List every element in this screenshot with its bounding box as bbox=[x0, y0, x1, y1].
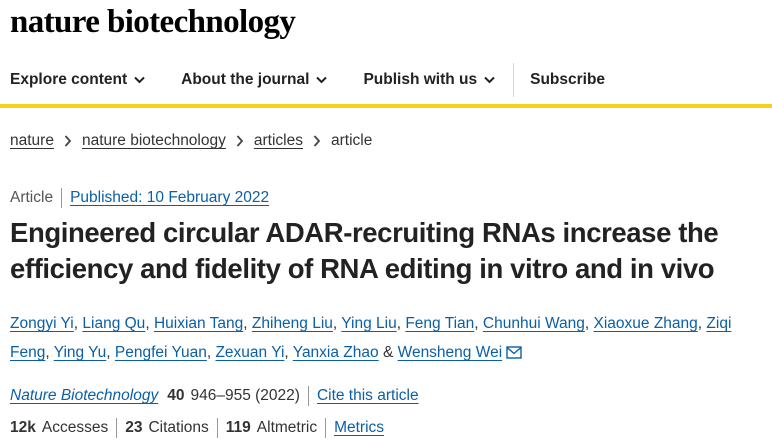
chevron-right-icon bbox=[236, 135, 244, 147]
envelope-icon[interactable] bbox=[506, 340, 522, 369]
author-link[interactable]: Pengfei Yuan bbox=[115, 344, 207, 361]
article-title: Engineered circular ADAR-recruiting RNAs… bbox=[10, 217, 719, 284]
nav-explore-content[interactable]: Explore content bbox=[10, 71, 145, 89]
divider bbox=[307, 386, 309, 406]
published-date-link[interactable]: Published: 10 February 2022 bbox=[70, 189, 269, 207]
author-link[interactable]: Feng Tian bbox=[405, 315, 474, 332]
chevron-down-icon bbox=[134, 76, 145, 84]
author-link[interactable]: Zexuan Yi bbox=[215, 344, 284, 361]
main-nav: Explore content About the journal Publis… bbox=[0, 56, 772, 108]
chevron-down-icon bbox=[484, 76, 495, 84]
author-link[interactable]: Huixian Tang bbox=[154, 315, 243, 332]
metrics-link[interactable]: Metrics bbox=[334, 419, 384, 437]
author-link[interactable]: Ying Yu bbox=[54, 344, 107, 361]
article-meta: Article Published: 10 February 2022 bbox=[10, 188, 269, 208]
accesses-count: 12k bbox=[10, 419, 36, 436]
altmetric-label: Altmetric bbox=[256, 419, 318, 436]
divider bbox=[216, 418, 218, 438]
nav-divider bbox=[513, 63, 515, 97]
chevron-right-icon bbox=[64, 135, 72, 147]
divider bbox=[116, 418, 118, 438]
nav-publish-with-us[interactable]: Publish with us bbox=[363, 71, 495, 89]
article-metrics: 12k Accesses 23 Citations 119 Altmetric … bbox=[10, 418, 384, 438]
breadcrumb: nature nature biotechnology articles art… bbox=[10, 132, 372, 150]
author-link[interactable]: Wensheng Wei bbox=[398, 344, 503, 361]
breadcrumb-current: article bbox=[330, 132, 373, 149]
nav-item-label: About the journal bbox=[181, 71, 310, 88]
breadcrumb-articles[interactable]: articles bbox=[254, 132, 303, 150]
author-link[interactable]: Liang Qu bbox=[82, 315, 145, 332]
journal-link[interactable]: Nature Biotechnology bbox=[10, 387, 158, 405]
breadcrumb-nature[interactable]: nature bbox=[10, 132, 54, 150]
volume: 40 bbox=[167, 387, 185, 404]
author-link[interactable]: Yanxia Zhao bbox=[293, 344, 379, 361]
nav-item-label: Explore content bbox=[10, 71, 128, 88]
accesses-label: Accesses bbox=[41, 419, 109, 436]
header: nature biotechnology bbox=[0, 0, 772, 50]
subscribe-button[interactable]: Subscribe bbox=[530, 71, 605, 89]
chevron-right-icon bbox=[313, 135, 321, 147]
cite-this-article-link[interactable]: Cite this article bbox=[317, 387, 419, 405]
author-link[interactable]: Chunhui Wang bbox=[483, 315, 585, 332]
author-link[interactable]: Ying Liu bbox=[341, 315, 396, 332]
nav-about-the-journal[interactable]: About the journal bbox=[181, 71, 328, 89]
article-type: Article bbox=[10, 188, 63, 208]
author-list: Zongyi Yi, Liang Qu, Huixian Tang, Zhihe… bbox=[10, 309, 760, 369]
citations-label: Citations bbox=[148, 419, 209, 436]
author-link[interactable]: Zhiheng Liu bbox=[252, 315, 333, 332]
altmetric-score: 119 bbox=[225, 419, 251, 436]
chevron-down-icon bbox=[316, 76, 328, 84]
nav-item-label: Publish with us bbox=[363, 71, 478, 88]
divider bbox=[325, 418, 327, 438]
breadcrumb-nature-biotechnology[interactable]: nature biotechnology bbox=[82, 132, 226, 150]
site-logo[interactable]: nature biotechnology bbox=[10, 4, 296, 40]
pages-year: 946–955 (2022) bbox=[190, 387, 300, 404]
author-link[interactable]: Xiaoxue Zhang bbox=[594, 315, 698, 332]
citation-line: Nature Biotechnology 40 946–955 (2022) C… bbox=[10, 386, 419, 406]
citations-count: 23 bbox=[125, 419, 143, 436]
author-link[interactable]: Zongyi Yi bbox=[10, 315, 74, 332]
